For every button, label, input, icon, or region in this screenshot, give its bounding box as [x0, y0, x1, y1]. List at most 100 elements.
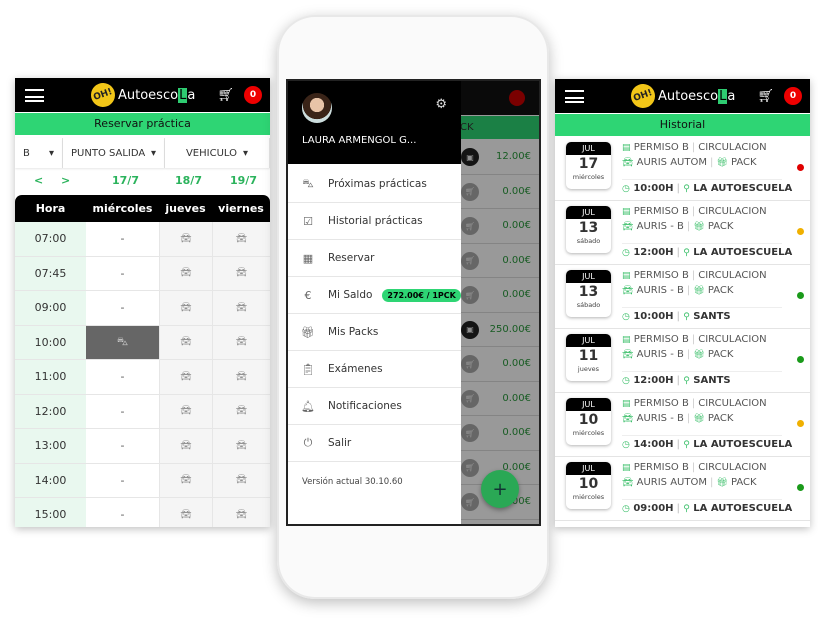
menu-icon[interactable] — [565, 90, 584, 103]
location-icon: ⚲ — [683, 184, 690, 194]
date-nav: < > 17/7 18/7 19/7 — [15, 170, 270, 192]
table-header: Hora miércoles jueves viernes — [15, 195, 270, 222]
license-icon: ▤ — [622, 463, 631, 473]
car-icon[interactable]: 🚘︎ — [159, 498, 212, 527]
money-bag-icon: € — [304, 288, 312, 302]
menu-icon[interactable] — [25, 89, 44, 102]
cart-badge[interactable]: 0 — [784, 87, 802, 105]
location-icon: ⚲ — [683, 376, 690, 386]
power-icon: ⏻ — [303, 436, 313, 449]
history-item[interactable]: JUL 10 miércoles ▤ PERMISO B | CIRCULACION 🚘… — [555, 457, 810, 521]
car-icon[interactable]: 🚘︎ — [159, 360, 212, 394]
car-icon[interactable]: 🚘︎ — [212, 291, 270, 325]
slot-cell[interactable]: - — [86, 429, 159, 463]
history-item[interactable]: JUL 11 jueves ▤ PERMISO B | CIRCULACION 🚘︎ A… — [555, 329, 810, 393]
add-button[interactable]: + — [481, 470, 519, 508]
clock-icon: ◷ — [622, 184, 630, 194]
page-title: Historial — [555, 114, 810, 136]
slot-cell[interactable]: - — [86, 360, 159, 394]
hora-cell: 10:00 — [15, 325, 86, 359]
slot-cell[interactable]: - — [86, 464, 159, 498]
prev-button[interactable]: < — [34, 174, 43, 187]
menu-item-notificaciones[interactable]: 🔔︎ Notificaciones — [288, 388, 461, 425]
car-icon[interactable]: 🚘︎ — [212, 256, 270, 290]
slot-cell[interactable]: - — [86, 222, 159, 256]
menu-item-salir[interactable]: ⏻ Salir — [288, 425, 461, 462]
slot-cell[interactable]: - — [86, 291, 159, 325]
location-icon: ⚲ — [683, 312, 690, 322]
date-label[interactable]: 17/7 — [112, 174, 139, 187]
status-dot — [797, 356, 804, 363]
calendar-check-icon: ☑ — [303, 214, 313, 228]
avatar[interactable] — [302, 93, 332, 123]
selected-slot[interactable]: ⛍ — [86, 325, 159, 359]
history-item[interactable]: JUL 17 miércoles ▤ PERMISO B | CIRCULACION 🚘… — [555, 137, 810, 201]
next-button[interactable]: > — [61, 174, 70, 187]
hora-cell: 13:00 — [15, 429, 86, 463]
gift-icon: 🎁︎ — [693, 350, 705, 360]
cart-icon[interactable]: 🛒︎ — [757, 89, 774, 104]
cart-icon[interactable]: 🛒︎ — [217, 88, 234, 103]
hora-cell: 15:00 — [15, 498, 86, 527]
status-dot — [797, 292, 804, 299]
date-label[interactable]: 19/7 — [230, 174, 257, 187]
date-card: JUL 10 miércoles — [566, 462, 611, 509]
car-icon[interactable]: 🚘︎ — [159, 325, 212, 359]
table-row: 14:00 - 🚘︎ 🚘︎ — [15, 463, 270, 498]
date-card: JUL 13 sábado — [566, 206, 611, 253]
app-header: OH! AutoescoLa 🛒︎ 0 — [555, 79, 810, 113]
menu-item-exámenes[interactable]: 📋︎ Exámenes — [288, 351, 461, 388]
car-icon[interactable]: 🚘︎ — [212, 394, 270, 428]
license-icon: ▤ — [622, 207, 631, 217]
history-item[interactable]: JUL 13 sábado ▤ PERMISO B | CIRCULACION 🚘︎ A… — [555, 201, 810, 265]
saldo-badge: 272.00€ / 1PCK — [382, 288, 461, 302]
slot-cell[interactable]: - — [86, 395, 159, 429]
menu-item-mis-packs[interactable]: 🎁︎ Mis Packs — [288, 314, 461, 351]
date-label[interactable]: 18/7 — [175, 174, 202, 187]
punto-salida-select[interactable]: PUNTO SALIDA ▾ — [63, 138, 165, 168]
calendar-icon: ▦ — [302, 251, 314, 265]
vehiculo-select[interactable]: VEHICULO ▾ — [165, 138, 270, 168]
status-dot — [797, 484, 804, 491]
slot-cell[interactable]: - — [86, 498, 159, 527]
car-icon[interactable]: 🚘︎ — [159, 429, 212, 463]
gear-icon[interactable]: ⚙ — [435, 97, 447, 112]
car-icon[interactable]: 🚘︎ — [212, 463, 270, 497]
history-item[interactable]: JUL 13 sábado ▤ PERMISO B | CIRCULACION 🚘︎ A… — [555, 265, 810, 329]
car-people-icon: ⛍ — [116, 334, 129, 348]
car-icon[interactable]: 🚘︎ — [159, 463, 212, 497]
hora-cell: 07:45 — [15, 256, 86, 290]
gift-icon: 🎁︎ — [693, 222, 705, 232]
car-icon[interactable]: 🚘︎ — [212, 222, 270, 256]
car-icon[interactable]: 🚘︎ — [212, 360, 270, 394]
car-icon[interactable]: 🚘︎ — [212, 498, 270, 527]
slot-cell[interactable]: - — [86, 257, 159, 291]
menu-item-historial-prácticas[interactable]: ☑ Historial prácticas — [288, 203, 461, 240]
status-dot — [797, 164, 804, 171]
menu-item-mi-saldo[interactable]: € Mi Saldo 272.00€ / 1PCK — [288, 277, 461, 314]
gift-icon: 🎁︎ — [301, 325, 315, 339]
car-icon[interactable]: 🚘︎ — [159, 394, 212, 428]
logo: OH! AutoescoLa — [87, 79, 195, 111]
cart-badge[interactable]: 0 — [244, 86, 262, 104]
hora-cell: 09:00 — [15, 291, 86, 325]
menu-item-próximas-prácticas[interactable]: ⛍ Próximas prácticas — [288, 166, 461, 203]
table-row: 07:00 - 🚘︎ 🚘︎ — [15, 222, 270, 257]
car-icon[interactable]: 🚘︎ — [159, 256, 212, 290]
location-icon: ⚲ — [683, 440, 690, 450]
table-row: 09:00 - 🚘︎ 🚘︎ — [15, 291, 270, 326]
car-icon[interactable]: 🚘︎ — [159, 291, 212, 325]
license-icon: ▤ — [622, 335, 631, 345]
hora-cell: 07:00 — [15, 222, 86, 256]
menu-item-reservar[interactable]: ▦ Reservar — [288, 240, 461, 277]
car-icon[interactable]: 🚘︎ — [212, 325, 270, 359]
clipboard-icon: 📋︎ — [301, 362, 315, 376]
history-item[interactable]: JUL 10 miércoles ▤ PERMISO B | CIRCULACION 🚘… — [555, 393, 810, 457]
car-icon[interactable]: 🚘︎ — [212, 429, 270, 463]
clock-icon: ◷ — [622, 312, 630, 322]
table-row: 10:00 ⛍ 🚘︎ 🚘︎ — [15, 325, 270, 360]
side-drawer: LAURA ARMENGOL G... ⚙ ⛍ Próximas práctic… — [288, 81, 461, 524]
permiso-select[interactable]: B ▾ — [15, 138, 63, 168]
hora-cell: 12:00 — [15, 394, 86, 428]
car-icon[interactable]: 🚘︎ — [159, 222, 212, 256]
